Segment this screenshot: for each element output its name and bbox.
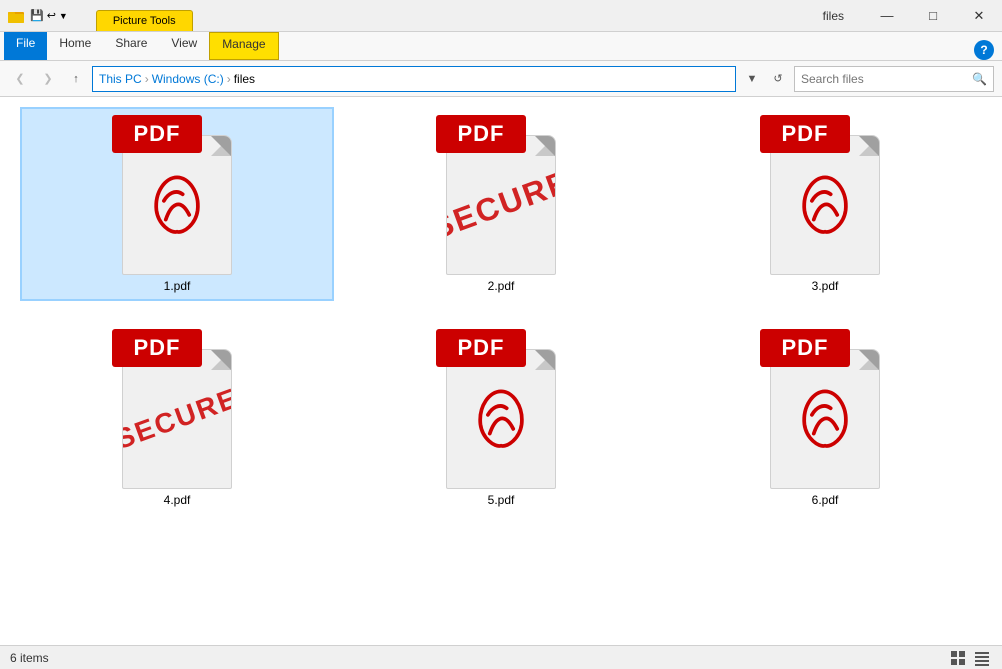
ribbon-tabs: File Home Share View Manage ? (0, 32, 1002, 60)
title-bar: 💾 ↩ ▼ Picture Tools files — □ ✕ (0, 0, 1002, 32)
tab-view[interactable]: View (159, 32, 209, 60)
file-item-2[interactable]: SECURE PDF 2.pdf (344, 107, 658, 301)
file-item-3[interactable]: PDF 3.pdf (668, 107, 982, 301)
acrobat-symbol-5 (469, 382, 534, 457)
pdf-badge-1: PDF (112, 115, 202, 153)
view-details-btn[interactable] (972, 648, 992, 668)
pdf-page-5 (446, 349, 556, 489)
pdf-page-3 (770, 135, 880, 275)
pdf-icon-2: SECURE PDF (436, 115, 566, 275)
file-area: PDF 1.pdf SECURE PDF 2.pdf (0, 97, 1002, 645)
minimize-button[interactable]: — (864, 0, 910, 32)
pdf-icon-1: PDF (112, 115, 242, 275)
view-controls (948, 648, 992, 668)
picture-tools-tab[interactable]: Picture Tools (96, 10, 193, 31)
pdf-page-6 (770, 349, 880, 489)
large-icons-icon (950, 650, 966, 666)
secure-stamp-4: SECURE (122, 382, 232, 456)
file-name-1: 1.pdf (164, 279, 191, 293)
folder-icon (8, 8, 24, 24)
pdf-badge-4: PDF (112, 329, 202, 367)
secure-stamp-2: SECURE (446, 163, 556, 247)
tab-file[interactable]: File (4, 32, 47, 60)
details-icon (974, 650, 990, 666)
pdf-badge-5: PDF (436, 329, 526, 367)
acrobat-symbol-1 (145, 168, 210, 243)
breadcrumb-sep1: › (145, 72, 149, 86)
help-button[interactable]: ? (974, 40, 994, 60)
file-item-1[interactable]: PDF 1.pdf (20, 107, 334, 301)
file-name-5: 5.pdf (488, 493, 515, 507)
breadcrumb-drive[interactable]: Windows (C:) (152, 72, 224, 86)
window-controls: — □ ✕ (864, 0, 1002, 31)
tab-home[interactable]: Home (47, 32, 103, 60)
search-input[interactable] (801, 72, 972, 86)
undo-quick-btn[interactable]: ↩ (47, 9, 56, 22)
search-box[interactable]: 🔍 (794, 66, 994, 92)
window-title: files (803, 0, 864, 31)
pdf-badge-2: PDF (436, 115, 526, 153)
view-large-icons-btn[interactable] (948, 648, 968, 668)
tab-share[interactable]: Share (103, 32, 159, 60)
pdf-icon-6: PDF (760, 329, 890, 489)
file-name-6: 6.pdf (812, 493, 839, 507)
save-quick-btn[interactable]: 💾 (30, 9, 44, 22)
main-container: PDF 1.pdf SECURE PDF 2.pdf (0, 97, 1002, 645)
up-button[interactable]: ↑ (64, 67, 88, 91)
pdf-icon-3: PDF (760, 115, 890, 275)
file-item-4[interactable]: SECURE PDF 4.pdf (20, 321, 334, 515)
pdf-page-4: SECURE (122, 349, 232, 489)
pdf-badge-6: PDF (760, 329, 850, 367)
quick-menu-btn[interactable]: ▼ (59, 11, 68, 21)
status-bar: 6 items (0, 645, 1002, 669)
breadcrumb-sep2: › (227, 72, 231, 86)
file-item-6[interactable]: PDF 6.pdf (668, 321, 982, 515)
file-name-3: 3.pdf (812, 279, 839, 293)
title-bar-left: 💾 ↩ ▼ (0, 0, 76, 31)
forward-button[interactable]: ❯ (36, 67, 60, 91)
pdf-badge-3: PDF (760, 115, 850, 153)
breadcrumb-thispc[interactable]: This PC (99, 72, 142, 86)
back-button[interactable]: ❮ (8, 67, 32, 91)
pdf-icon-5: PDF (436, 329, 566, 489)
breadcrumb-files: files (234, 72, 255, 86)
refresh-button[interactable]: ↺ (766, 67, 790, 91)
address-bar: ❮ ❯ ↑ This PC › Windows (C:) › files ▼ ↺… (0, 61, 1002, 97)
file-name-2: 2.pdf (488, 279, 515, 293)
ribbon: File Home Share View Manage ? (0, 32, 1002, 61)
acrobat-symbol-3 (793, 168, 858, 243)
tab-manage[interactable]: Manage (209, 32, 278, 60)
close-button[interactable]: ✕ (956, 0, 1002, 32)
file-item-5[interactable]: PDF 5.pdf (344, 321, 658, 515)
pdf-page-1 (122, 135, 232, 275)
search-icon: 🔍 (972, 72, 987, 86)
maximize-button[interactable]: □ (910, 0, 956, 32)
pdf-icon-4: SECURE PDF (112, 329, 242, 489)
address-path[interactable]: This PC › Windows (C:) › files (92, 66, 736, 92)
pdf-page-2: SECURE (446, 135, 556, 275)
item-count: 6 items (10, 651, 49, 665)
path-dropdown-button[interactable]: ▼ (740, 67, 764, 91)
title-tabs: Picture Tools (76, 0, 803, 31)
file-name-4: 4.pdf (164, 493, 191, 507)
acrobat-symbol-6 (793, 382, 858, 457)
